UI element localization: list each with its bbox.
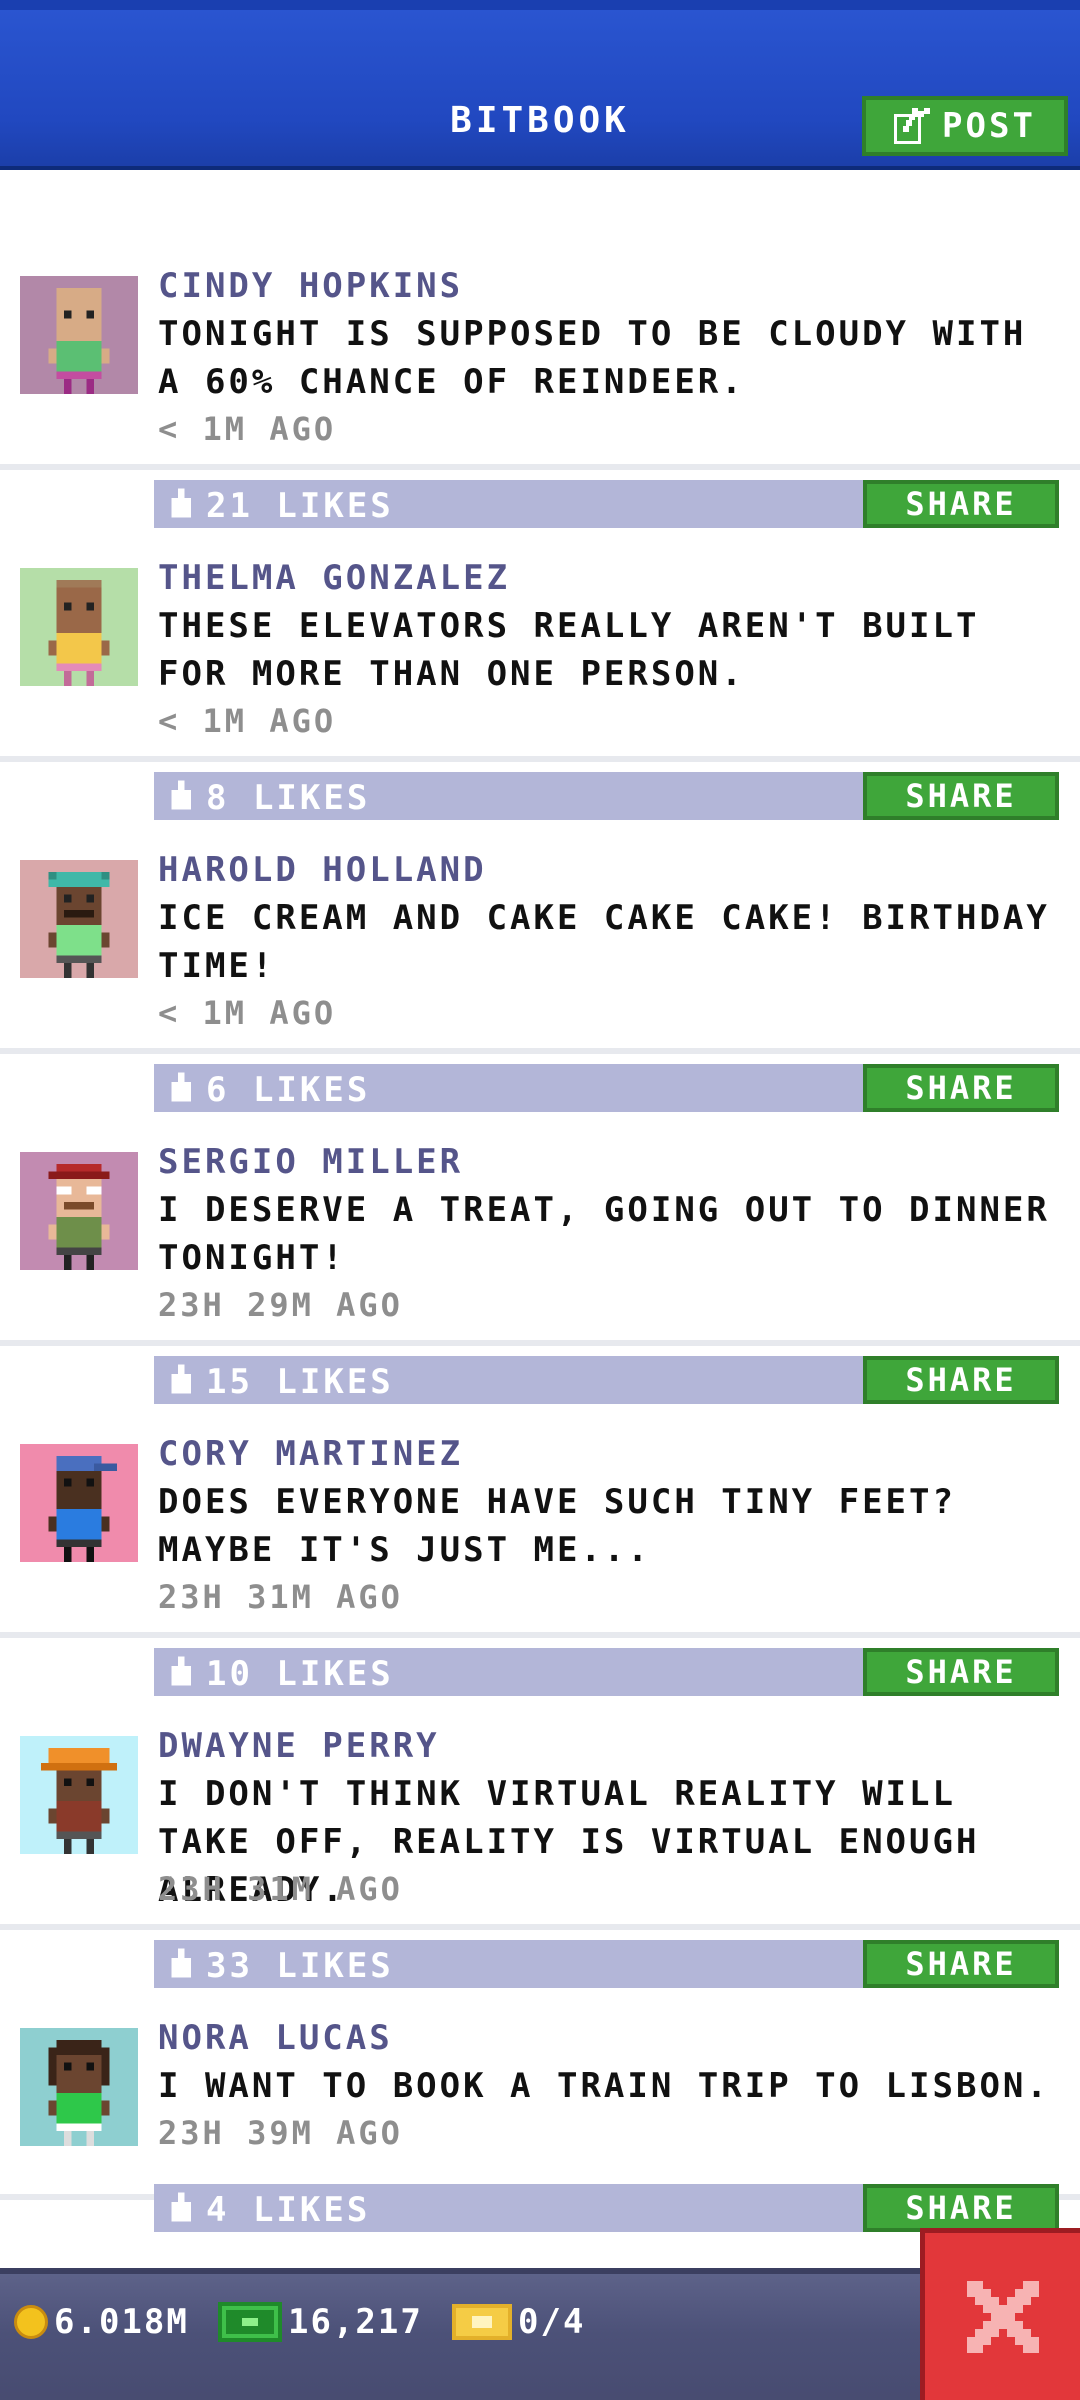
bitbook-screen: BITBOOK POST CINDY HOPKINS TONIGHT IS SU…: [0, 0, 1080, 2400]
close-icon: [966, 2280, 1039, 2353]
avatar[interactable]: [20, 276, 138, 394]
avatar-figure: [41, 1748, 117, 1854]
list-item: CORY MARTINEZ DOES EVERYONE HAVE SUCH TI…: [0, 1346, 1080, 1696]
post-button-label: POST: [942, 106, 1036, 146]
header-bar: BITBOOK POST: [0, 0, 1080, 170]
avatar[interactable]: [20, 860, 138, 978]
post-text: DOES EVERYONE HAVE SUCH TINY FEET? MAYBE…: [158, 1482, 956, 1570]
likes-count: 4 LIKES: [206, 2190, 371, 2230]
post-author[interactable]: THELMA GONZALEZ: [158, 558, 510, 598]
tickets-stat: 0/4: [452, 2302, 585, 2342]
post-button[interactable]: POST: [862, 96, 1068, 156]
coin-icon: [14, 2305, 48, 2339]
avatar[interactable]: [20, 1444, 138, 1562]
avatar-figure: [48, 580, 110, 686]
post-author[interactable]: NORA LUCAS: [158, 2018, 393, 2058]
tickets-value: 0/4: [518, 2302, 586, 2342]
bux-stat: 16,217: [218, 2302, 423, 2342]
coins-value: 6.018M: [54, 2302, 189, 2342]
list-item: CINDY HOPKINS TONIGHT IS SUPPOSED TO BE …: [0, 178, 1080, 528]
close-button[interactable]: [920, 2228, 1080, 2400]
post-text: TONIGHT IS SUPPOSED TO BE CLOUDY WITH A …: [158, 314, 1027, 402]
list-item: SERGIO MILLER I DESERVE A TREAT, GOING O…: [0, 1054, 1080, 1404]
post-time: < 1M AGO: [158, 410, 337, 448]
post-time: 23H 29M AGO: [158, 1286, 403, 1324]
post-time: 23H 31M AGO: [158, 1870, 403, 1908]
edit-icon: [894, 108, 931, 144]
post-text: I DESERVE A TREAT, GOING OUT TO DINNER T…: [158, 1190, 1050, 1278]
share-button[interactable]: SHARE: [863, 2184, 1059, 2232]
list-item: HAROLD HOLLAND ICE CREAM AND CAKE CAKE C…: [0, 762, 1080, 1112]
post-author[interactable]: SERGIO MILLER: [158, 1142, 463, 1182]
post-time: < 1M AGO: [158, 994, 337, 1032]
list-item: DWAYNE PERRY I DON'T THINK VIRTUAL REALI…: [0, 1638, 1080, 1988]
post-text: I WANT TO BOOK A TRAIN TRIP TO LISBON.: [158, 2066, 1050, 2106]
avatar-figure: [48, 872, 110, 978]
avatar-figure: [48, 288, 110, 394]
avatar[interactable]: [20, 1736, 138, 1854]
status-bar: 6.018M 16,217 0/4: [0, 2268, 1080, 2400]
list-item: NORA LUCAS I WANT TO BOOK A TRAIN TRIP T…: [0, 1930, 1080, 2232]
post-author[interactable]: CINDY HOPKINS: [158, 266, 463, 306]
post-time: 23H 31M AGO: [158, 1578, 403, 1616]
post-time: 23H 39M AGO: [158, 2114, 403, 2152]
likes-bar: 4 LIKES SHARE: [154, 2184, 1059, 2232]
bux-value: 16,217: [288, 2302, 423, 2342]
ticket-icon: [452, 2304, 512, 2340]
post-author[interactable]: HAROLD HOLLAND: [158, 850, 487, 890]
avatar[interactable]: [20, 2028, 138, 2146]
avatar-figure: [48, 1164, 110, 1270]
avatar-figure: [48, 1456, 117, 1562]
avatar-figure: [48, 2040, 110, 2146]
thumbs-up-icon[interactable]: [168, 2192, 194, 2222]
post-author[interactable]: DWAYNE PERRY: [158, 1726, 440, 1766]
post-time: < 1M AGO: [158, 702, 337, 740]
post-text: THESE ELEVATORS REALLY AREN'T BUILT FOR …: [158, 606, 980, 694]
coins-stat: 6.018M: [14, 2302, 189, 2342]
avatar[interactable]: [20, 1152, 138, 1270]
post-text: ICE CREAM AND CAKE CAKE CAKE! BIRTHDAY T…: [158, 898, 1050, 986]
list-item: THELMA GONZALEZ THESE ELEVATORS REALLY A…: [0, 470, 1080, 820]
avatar[interactable]: [20, 568, 138, 686]
post-author[interactable]: CORY MARTINEZ: [158, 1434, 463, 1474]
feed-list[interactable]: CINDY HOPKINS TONIGHT IS SUPPOSED TO BE …: [0, 178, 1080, 2268]
bux-icon: [218, 2302, 282, 2342]
